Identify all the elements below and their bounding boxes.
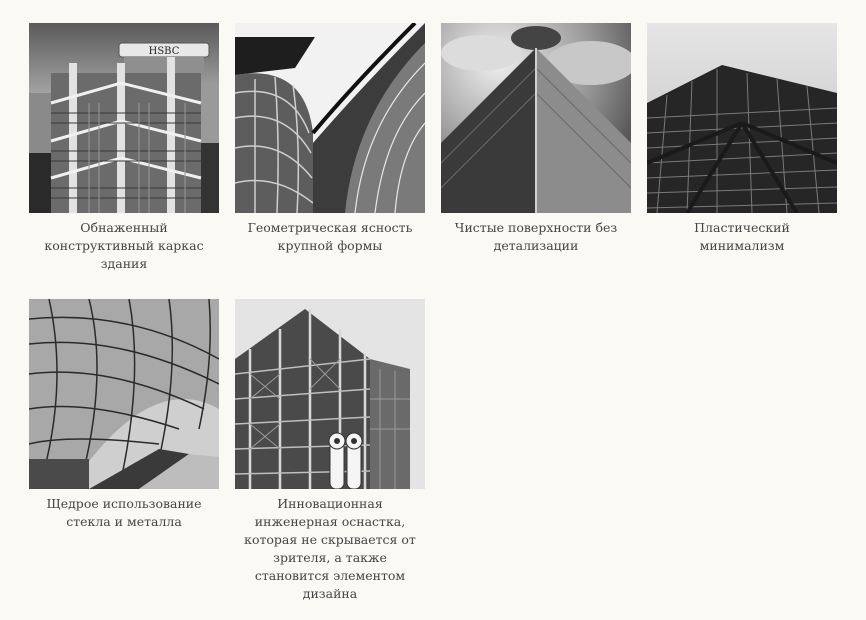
architecture-gallery: HSBC Обнаженный конструктивный каркас зд…: [0, 0, 866, 620]
tower-grid-facade-photo[interactable]: [647, 23, 837, 213]
curved-glass-facade-photo[interactable]: [235, 23, 425, 213]
caption: Геометрическая ясность крупной формы: [247, 220, 413, 253]
hsbc-building-photo[interactable]: HSBC: [29, 23, 219, 213]
gallery-item[interactable]: Чистые поверхности без детализации: [441, 23, 631, 255]
caption: Щедрое использование стекла и металла: [46, 496, 202, 529]
caption: Инновационная инженерная оснастка, котор…: [244, 496, 416, 601]
gallery-item[interactable]: Щедрое использование стекла и металла: [29, 299, 219, 531]
pompidou-centre-photo[interactable]: [235, 299, 425, 489]
skyscraper-corner-photo[interactable]: [441, 23, 631, 213]
caption: Обнаженный конструктивный каркас здания: [44, 220, 204, 271]
caption: Чистые поверхности без детализации: [454, 220, 618, 253]
gallery-item[interactable]: HSBC Обнаженный конструктивный каркас зд…: [29, 23, 219, 273]
caption: Пластический минимализм: [694, 220, 790, 253]
gallery-item[interactable]: Инновационная инженерная оснастка, котор…: [235, 299, 425, 603]
glass-canopy-station-photo[interactable]: [29, 299, 219, 489]
gallery-item[interactable]: Пластический минимализм: [647, 23, 837, 255]
hsbc-sign: HSBC: [149, 46, 180, 57]
gallery-item[interactable]: Геометрическая ясность крупной формы: [235, 23, 425, 255]
